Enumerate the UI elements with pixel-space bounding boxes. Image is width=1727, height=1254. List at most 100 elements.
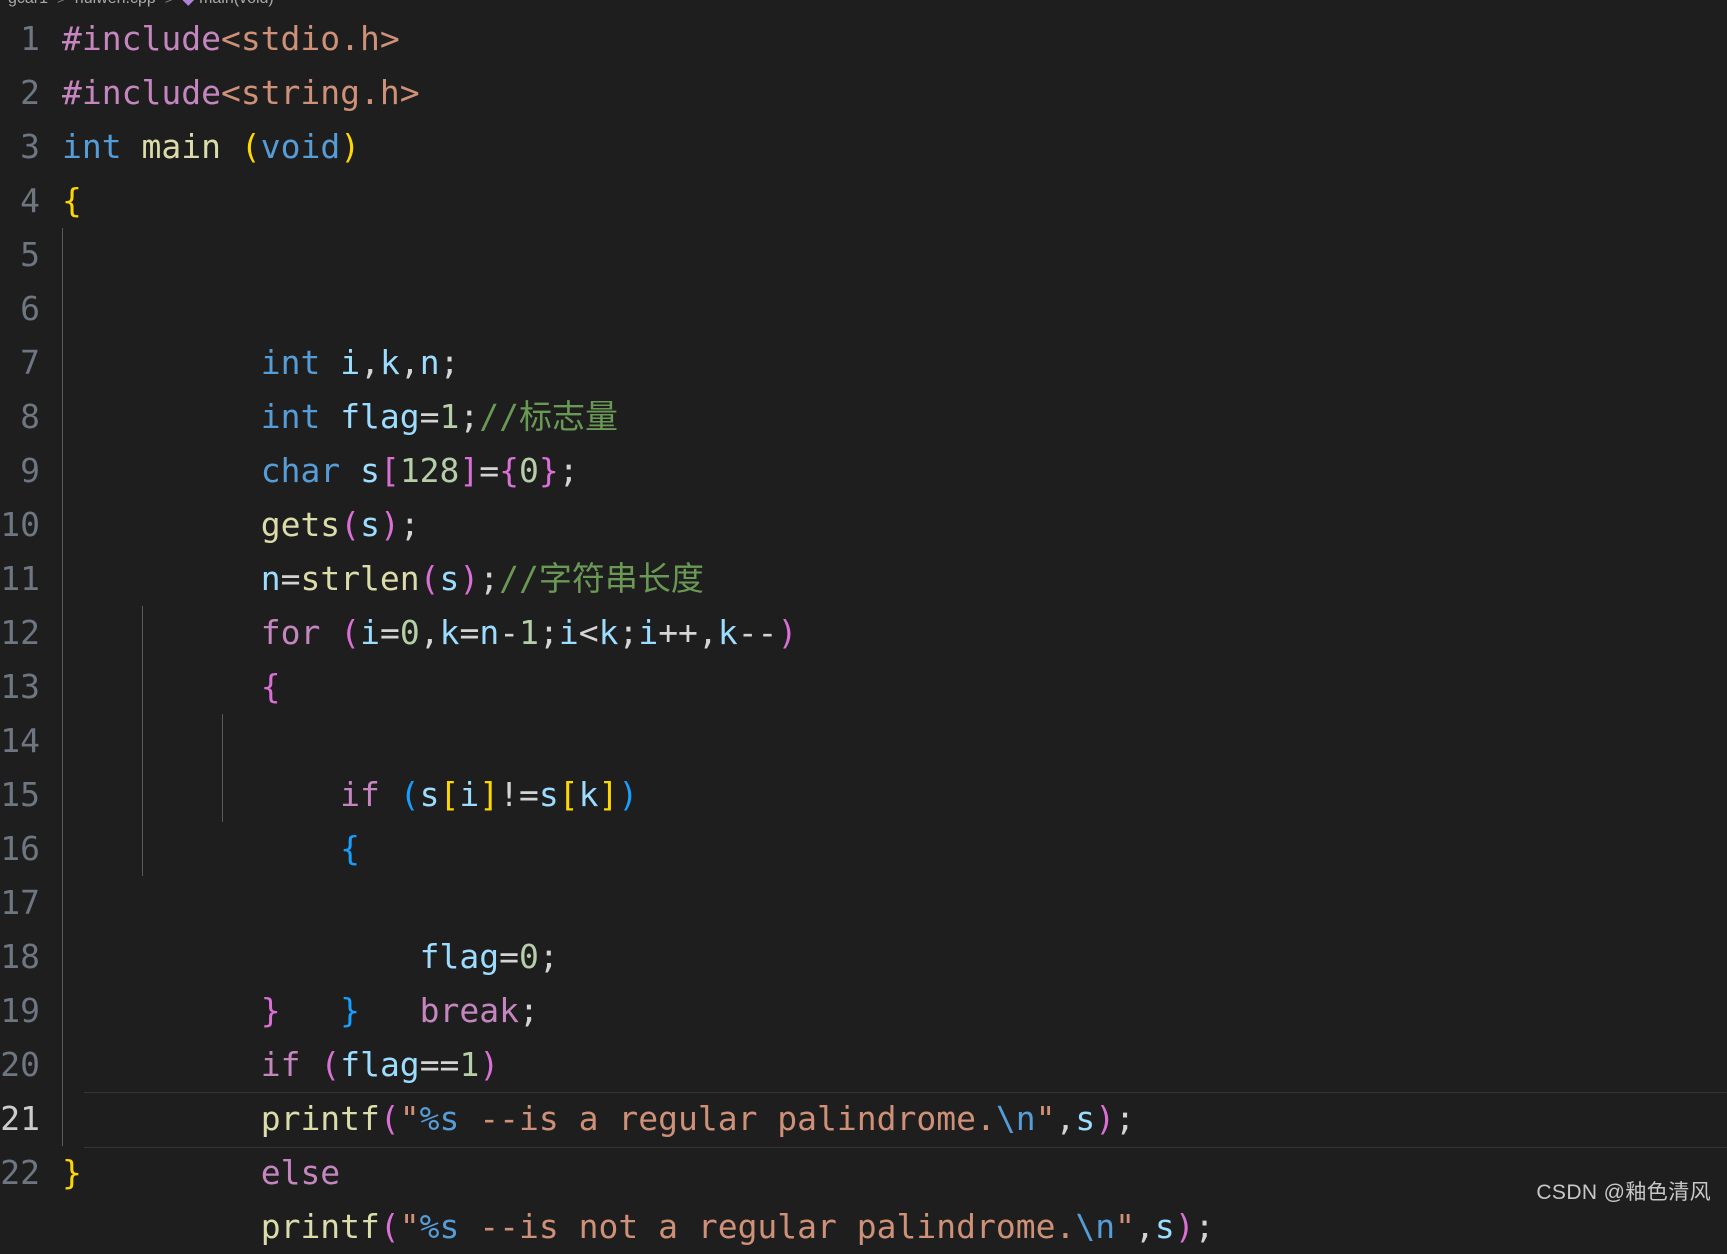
line-number: 2 xyxy=(0,66,62,120)
token-keyword: void xyxy=(261,127,340,166)
breadcrumb-separator-icon: > xyxy=(165,0,174,8)
code-line-content: break; xyxy=(62,768,1727,822)
code-line[interactable]: 18 if (flag==1) xyxy=(0,930,1727,984)
token-operator: , xyxy=(1135,1207,1155,1246)
line-number: 1 xyxy=(0,12,62,66)
code-line[interactable]: 9 n=strlen(s);//字符串长度 xyxy=(0,444,1727,498)
indent-guide xyxy=(222,714,223,768)
token-bracket: ( xyxy=(241,127,261,166)
indent-guide xyxy=(62,714,63,768)
code-line-content: if (flag==1) xyxy=(62,930,1727,984)
breadcrumb: gcar1 > huiwen.cpp > ◆ main(void) xyxy=(0,0,1727,12)
token-escape-sequence: \n xyxy=(1075,1207,1115,1246)
line-number: 18 xyxy=(0,930,62,984)
line-number: 8 xyxy=(0,390,62,444)
code-line-active[interactable]: 21 printf("%s --is not a regular palindr… xyxy=(0,1092,1727,1146)
indent-guide xyxy=(62,930,63,984)
code-line[interactable]: 15 break; xyxy=(0,768,1727,822)
code-line[interactable]: 8 gets(s); xyxy=(0,390,1727,444)
code-line-content: n=strlen(s);//字符串长度 xyxy=(62,444,1727,498)
code-line[interactable]: 12 if (s[i]!=s[k]) xyxy=(0,606,1727,660)
code-editor[interactable]: 1 #include<stdio.h> 2 #include<string.h>… xyxy=(0,12,1727,1216)
code-line-content: printf("%s --is a regular palindrome.\n"… xyxy=(62,984,1727,1038)
line-number: 11 xyxy=(0,552,62,606)
line-number: 10 xyxy=(0,498,62,552)
indent-guide xyxy=(62,660,63,714)
code-line[interactable]: 20 else xyxy=(0,1038,1727,1092)
token-bracket: { xyxy=(62,181,82,220)
line-number: 5 xyxy=(0,228,62,282)
code-line-content: } xyxy=(62,876,1727,930)
breadcrumb-item-symbol[interactable]: main(void) xyxy=(199,0,274,8)
line-number: 20 xyxy=(0,1038,62,1092)
code-line[interactable]: 7 char s[128]={0}; xyxy=(0,336,1727,390)
code-line[interactable]: 13 { xyxy=(0,660,1727,714)
code-line-content: { xyxy=(62,660,1727,714)
line-number: 9 xyxy=(0,444,62,498)
token-preprocessor: #include xyxy=(62,19,221,58)
code-line[interactable]: 14 flag=0; xyxy=(0,714,1727,768)
line-number: 4 xyxy=(0,174,62,228)
line-number: 7 xyxy=(0,336,62,390)
breadcrumb-item-file[interactable]: huiwen.cpp xyxy=(75,0,156,8)
code-line-content: flag=0; xyxy=(62,714,1727,768)
code-line[interactable]: 10 for (i=0,k=n-1;i<k;i++,k--) xyxy=(0,498,1727,552)
code-line-content: if (s[i]!=s[k]) xyxy=(62,606,1727,660)
code-line[interactable]: 5 int i,k,n; xyxy=(0,228,1727,282)
code-line[interactable]: 3 int main (void) xyxy=(0,120,1727,174)
csdn-watermark: CSDN @釉色清风 xyxy=(1536,1176,1711,1206)
breadcrumb-separator-icon: > xyxy=(57,0,66,8)
code-line[interactable]: 11 { xyxy=(0,552,1727,606)
indent-guide xyxy=(62,768,63,822)
code-line[interactable]: 6 int flag=1;//标志量 xyxy=(0,282,1727,336)
indent-guide xyxy=(222,768,223,822)
token-string: " xyxy=(400,1207,420,1246)
code-line[interactable]: 17 } xyxy=(0,876,1727,930)
indent-guide xyxy=(142,606,143,660)
indent-guide xyxy=(142,714,143,768)
line-number: 3 xyxy=(0,120,62,174)
indent-guide xyxy=(62,444,63,498)
code-line[interactable]: 1 #include<stdio.h> xyxy=(0,12,1727,66)
code-line-content: int flag=1;//标志量 xyxy=(62,282,1727,336)
code-line-content: int i,k,n; xyxy=(62,228,1727,282)
indent-guide xyxy=(62,498,63,552)
indent-guide xyxy=(62,876,63,930)
line-number: 22 xyxy=(0,1146,62,1200)
code-line[interactable]: 19 printf("%s --is a regular palindrome.… xyxy=(0,984,1727,1038)
indent-guide xyxy=(62,1092,63,1146)
indent-guide xyxy=(142,768,143,822)
code-line[interactable]: 4 { xyxy=(0,174,1727,228)
code-line-content: { xyxy=(62,552,1727,606)
method-symbol-icon: ◆ xyxy=(183,0,195,8)
code-line-content: printf("%s --is not a regular palindrome… xyxy=(62,1092,1727,1146)
indent-guide xyxy=(142,660,143,714)
token-bracket: ) xyxy=(1175,1207,1195,1246)
token-bracket: ) xyxy=(340,127,360,166)
code-line[interactable]: 16 } xyxy=(0,822,1727,876)
indent-guide xyxy=(62,552,63,606)
code-line-content: int main (void) xyxy=(62,120,1727,174)
line-number: 15 xyxy=(0,768,62,822)
line-number: 14 xyxy=(0,714,62,768)
indent-guide xyxy=(62,228,63,282)
token-space xyxy=(221,127,241,166)
code-line[interactable]: 2 #include<string.h> xyxy=(0,66,1727,120)
indent-guide xyxy=(62,282,63,336)
token-variable: s xyxy=(1155,1207,1175,1246)
token-format-specifier: %s xyxy=(420,1207,460,1246)
token-header: <string.h> xyxy=(221,73,420,112)
code-line[interactable]: 22 } xyxy=(0,1146,1727,1200)
token-function: main xyxy=(141,127,220,166)
token-preprocessor: #include xyxy=(62,73,221,112)
token-bracket: ( xyxy=(380,1207,400,1246)
code-line-content: else xyxy=(62,1038,1727,1092)
indent-guide xyxy=(62,984,63,1038)
breadcrumb-item-folder[interactable]: gcar1 xyxy=(8,0,48,8)
line-number: 13 xyxy=(0,660,62,714)
indent-guide xyxy=(62,1038,63,1092)
code-line-content: { xyxy=(62,174,1727,228)
token-space xyxy=(122,127,142,166)
code-line-content: gets(s); xyxy=(62,390,1727,444)
code-line-content: } xyxy=(62,822,1727,876)
